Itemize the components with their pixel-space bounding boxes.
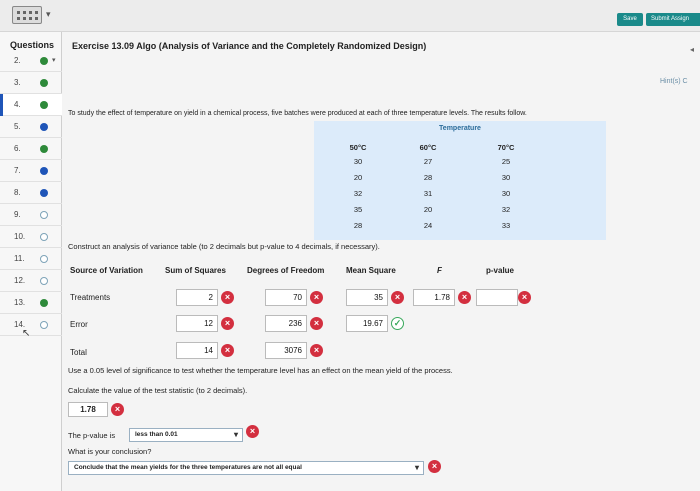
sidebar-item-13[interactable]: 13. [0, 292, 62, 314]
submit-assignment-button[interactable]: Submit Assign [646, 13, 700, 26]
header-sum-of-squares: Sum of Squares [165, 266, 226, 275]
row-label-treatments: Treatments [70, 293, 111, 302]
incorrect-icon: × [221, 317, 234, 330]
empty-circle-icon [40, 233, 48, 241]
sidebar-item-12[interactable]: 12. [0, 270, 62, 292]
sidebar-item-10[interactable]: 10. [0, 226, 62, 248]
treatments-f-input[interactable]: 1.78 [413, 289, 455, 306]
empty-circle-icon [40, 321, 48, 329]
chevron-down-icon: ▾ [233, 430, 238, 439]
empty-circle-icon [40, 211, 48, 219]
mouse-pointer-icon: ↖ [22, 328, 31, 339]
in-progress-icon [40, 189, 48, 197]
check-icon [40, 299, 48, 307]
sidebar-item-7[interactable]: 7. [0, 160, 62, 182]
chevron-down-icon[interactable]: ▾ [46, 9, 51, 20]
sidebar-item-3[interactable]: 3. [0, 72, 62, 94]
sidebar-item-9[interactable]: 9. [0, 204, 62, 226]
check-icon [40, 101, 48, 109]
anova-instruction: Construct an analysis of variance table … [68, 242, 380, 251]
sidebar-item-5[interactable]: 5. [0, 116, 62, 138]
temperature-column-50: 50°C 30 20 32 35 28 [349, 143, 367, 230]
temperature-data-table: Temperature 50°C 30 20 32 35 28 60°C 27 … [314, 121, 606, 240]
sidebar-item-11[interactable]: 11. [0, 248, 62, 270]
hints-link[interactable]: Hint(s) C [660, 78, 688, 85]
header-source: Source of Variation [70, 266, 143, 275]
header-degrees-of-freedom: Degrees of Freedom [247, 266, 325, 275]
conclusion-select[interactable]: Conclude that the mean yields for the th… [68, 461, 424, 475]
check-icon [40, 79, 48, 87]
temperature-column-70: 70°C 25 30 30 32 33 [497, 143, 515, 230]
calculator-icon[interactable] [12, 6, 42, 24]
header-f: F [437, 266, 442, 275]
p-value-select[interactable]: less than 0.01 ▾ [129, 428, 243, 442]
exercise-title: Exercise 13.09 Algo (Analysis of Varianc… [72, 41, 427, 51]
total-df-input[interactable]: 3076 [265, 342, 307, 359]
incorrect-icon: × [111, 403, 124, 416]
incorrect-icon: × [310, 317, 323, 330]
row-label-total: Total [70, 348, 87, 357]
incorrect-icon: × [428, 460, 441, 473]
header-mean-square: Mean Square [346, 266, 396, 275]
significance-question: Use a 0.05 level of significance to test… [68, 366, 453, 375]
top-toolbar: ▾ Save Submit Assign [0, 0, 700, 32]
chevron-down-icon: ▾ [414, 463, 419, 472]
sidebar-item-14[interactable]: 14. [0, 314, 62, 336]
incorrect-icon: × [518, 291, 531, 304]
incorrect-icon: × [310, 291, 323, 304]
test-statistic-input[interactable]: 1.78 [68, 402, 108, 417]
check-icon [40, 145, 48, 153]
chevron-left-icon[interactable]: ◂ [690, 45, 694, 54]
empty-circle-icon [40, 255, 48, 263]
conclusion-question: What is your conclusion? [68, 447, 152, 456]
incorrect-icon: × [310, 344, 323, 357]
in-progress-icon [40, 123, 48, 131]
questions-heading: Questions [10, 40, 55, 50]
check-icon [40, 57, 48, 65]
row-label-error: Error [70, 320, 88, 329]
treatments-ss-input[interactable]: 2 [176, 289, 218, 306]
error-df-input[interactable]: 236 [265, 315, 307, 332]
header-p-value: p-value [486, 266, 515, 275]
chevron-down-icon[interactable]: ▾ [52, 56, 56, 64]
incorrect-icon: × [458, 291, 471, 304]
temperature-heading: Temperature [439, 125, 481, 132]
error-ss-input[interactable]: 12 [176, 315, 218, 332]
sidebar-item-6[interactable]: 6. [0, 138, 62, 160]
in-progress-icon [40, 167, 48, 175]
treatments-ms-input[interactable]: 35 [346, 289, 388, 306]
treatments-p-value-input[interactable] [476, 289, 518, 306]
total-ss-input[interactable]: 14 [176, 342, 218, 359]
incorrect-icon: × [391, 291, 404, 304]
question-intro: To study the effect of temperature on yi… [68, 110, 527, 117]
p-value-prefix: The p-value is [68, 431, 116, 440]
test-statistic-question: Calculate the value of the test statisti… [68, 386, 248, 395]
treatments-df-input[interactable]: 70 [265, 289, 307, 306]
save-button[interactable]: Save [617, 13, 643, 26]
temperature-column-60: 60°C 27 28 31 20 24 [419, 143, 437, 230]
sidebar-item-8[interactable]: 8. [0, 182, 62, 204]
empty-circle-icon [40, 277, 48, 285]
incorrect-icon: × [221, 291, 234, 304]
correct-check-icon: ✓ [391, 317, 404, 330]
sidebar-item-2[interactable]: 2. ▾ [0, 50, 62, 72]
question-sidebar: Questions 2. ▾ 3. 4. 5. 6. 7. 8. 9. 10. … [0, 32, 62, 491]
error-ms-input[interactable]: 19.67 [346, 315, 388, 332]
incorrect-icon: × [246, 425, 259, 438]
incorrect-icon: × [221, 344, 234, 357]
sidebar-item-4[interactable]: 4. [0, 94, 62, 116]
